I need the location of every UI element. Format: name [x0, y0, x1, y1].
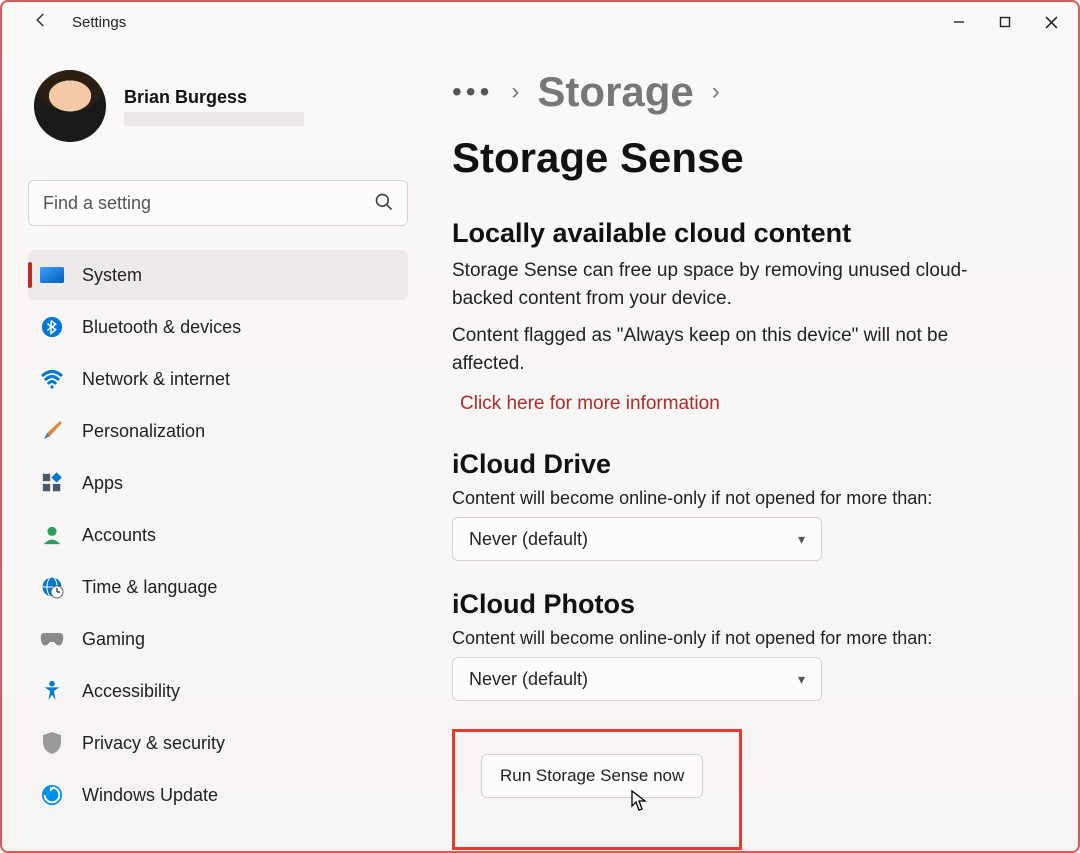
- sidebar-item-label: Accounts: [82, 525, 156, 546]
- sidebar-item-label: Personalization: [82, 421, 205, 442]
- window-controls: [936, 6, 1074, 38]
- icloud-photos-sub: Content will become online-only if not o…: [452, 628, 1024, 649]
- profile-block[interactable]: Brian Burgess: [28, 70, 408, 142]
- annotation-highlight-box: Run Storage Sense now: [452, 729, 742, 850]
- search-input[interactable]: [28, 180, 408, 226]
- clock-globe-icon: [40, 575, 64, 599]
- chevron-down-icon: ▾: [798, 531, 805, 548]
- close-button[interactable]: [1028, 6, 1074, 38]
- brush-icon: [40, 419, 64, 443]
- nav-list: System Bluetooth & devices Network & int…: [28, 250, 408, 820]
- sidebar-item-label: Time & language: [82, 577, 217, 598]
- sidebar-item-label: Gaming: [82, 629, 145, 650]
- avatar: [34, 70, 106, 142]
- shield-icon: [40, 731, 64, 755]
- cloud-desc-1: Storage Sense can free up space by remov…: [452, 257, 1024, 312]
- icloud-photos-dropdown[interactable]: Never (default) ▾: [452, 657, 822, 701]
- sidebar-item-windows-update[interactable]: Windows Update: [28, 770, 408, 820]
- sidebar-item-label: Network & internet: [82, 369, 230, 390]
- dropdown-value: Never (default): [469, 669, 588, 690]
- search-wrap: [28, 180, 408, 226]
- wifi-icon: [40, 367, 64, 391]
- cloud-content-heading: Locally available cloud content: [452, 218, 1024, 249]
- search-icon: [374, 192, 394, 217]
- chevron-down-icon: ▾: [798, 671, 805, 688]
- dropdown-value: Never (default): [469, 529, 588, 550]
- body: Brian Burgess System: [2, 42, 1078, 851]
- sidebar-item-privacy[interactable]: Privacy & security: [28, 718, 408, 768]
- sidebar-item-accounts[interactable]: Accounts: [28, 510, 408, 560]
- chevron-right-icon: ›: [712, 78, 720, 106]
- sidebar-item-personalization[interactable]: Personalization: [28, 406, 408, 456]
- run-storage-sense-button[interactable]: Run Storage Sense now: [481, 754, 703, 798]
- sidebar-item-label: Privacy & security: [82, 733, 225, 754]
- sidebar-item-label: Windows Update: [82, 785, 218, 806]
- sidebar-item-label: Bluetooth & devices: [82, 317, 241, 338]
- icloud-drive-dropdown[interactable]: Never (default) ▾: [452, 517, 822, 561]
- sidebar-item-label: Apps: [82, 473, 123, 494]
- breadcrumb-current: Storage Sense: [452, 134, 744, 182]
- cursor-icon: [631, 790, 649, 812]
- apps-icon: [40, 471, 64, 495]
- titlebar-left: Settings: [14, 11, 126, 34]
- profile-text: Brian Burgess: [124, 87, 304, 126]
- sidebar-item-accessibility[interactable]: Accessibility: [28, 666, 408, 716]
- profile-subline: [124, 112, 304, 126]
- breadcrumb: ••• › Storage › Storage Sense: [452, 68, 1024, 182]
- update-icon: [40, 783, 64, 807]
- sidebar: Brian Burgess System: [2, 42, 422, 851]
- sidebar-item-network[interactable]: Network & internet: [28, 354, 408, 404]
- back-arrow-icon[interactable]: [32, 11, 50, 34]
- accessibility-icon: [40, 679, 64, 703]
- icloud-photos-heading: iCloud Photos: [452, 589, 1024, 620]
- minimize-button[interactable]: [936, 6, 982, 38]
- sidebar-item-system[interactable]: System: [28, 250, 408, 300]
- more-info-link[interactable]: Click here for more information: [460, 393, 720, 415]
- sidebar-item-label: System: [82, 265, 142, 286]
- maximize-button[interactable]: [982, 6, 1028, 38]
- gamepad-icon: [40, 627, 64, 651]
- cloud-desc-2: Content flagged as "Always keep on this …: [452, 322, 1024, 377]
- icloud-drive-sub: Content will become online-only if not o…: [452, 488, 1024, 509]
- person-icon: [40, 523, 64, 547]
- sidebar-item-time-language[interactable]: Time & language: [28, 562, 408, 612]
- sidebar-item-bluetooth[interactable]: Bluetooth & devices: [28, 302, 408, 352]
- settings-window: Settings Brian Burgess: [0, 0, 1080, 853]
- system-icon: [40, 263, 64, 287]
- sidebar-item-apps[interactable]: Apps: [28, 458, 408, 508]
- breadcrumb-parent[interactable]: Storage: [537, 68, 693, 116]
- bluetooth-icon: [40, 315, 64, 339]
- chevron-right-icon: ›: [511, 78, 519, 106]
- app-title: Settings: [72, 14, 126, 31]
- sidebar-item-label: Accessibility: [82, 681, 180, 702]
- profile-name: Brian Burgess: [124, 87, 304, 108]
- sidebar-item-gaming[interactable]: Gaming: [28, 614, 408, 664]
- icloud-drive-heading: iCloud Drive: [452, 449, 1024, 480]
- main-content: ••• › Storage › Storage Sense Locally av…: [422, 42, 1078, 851]
- titlebar: Settings: [2, 2, 1078, 42]
- breadcrumb-ellipsis[interactable]: •••: [452, 76, 493, 108]
